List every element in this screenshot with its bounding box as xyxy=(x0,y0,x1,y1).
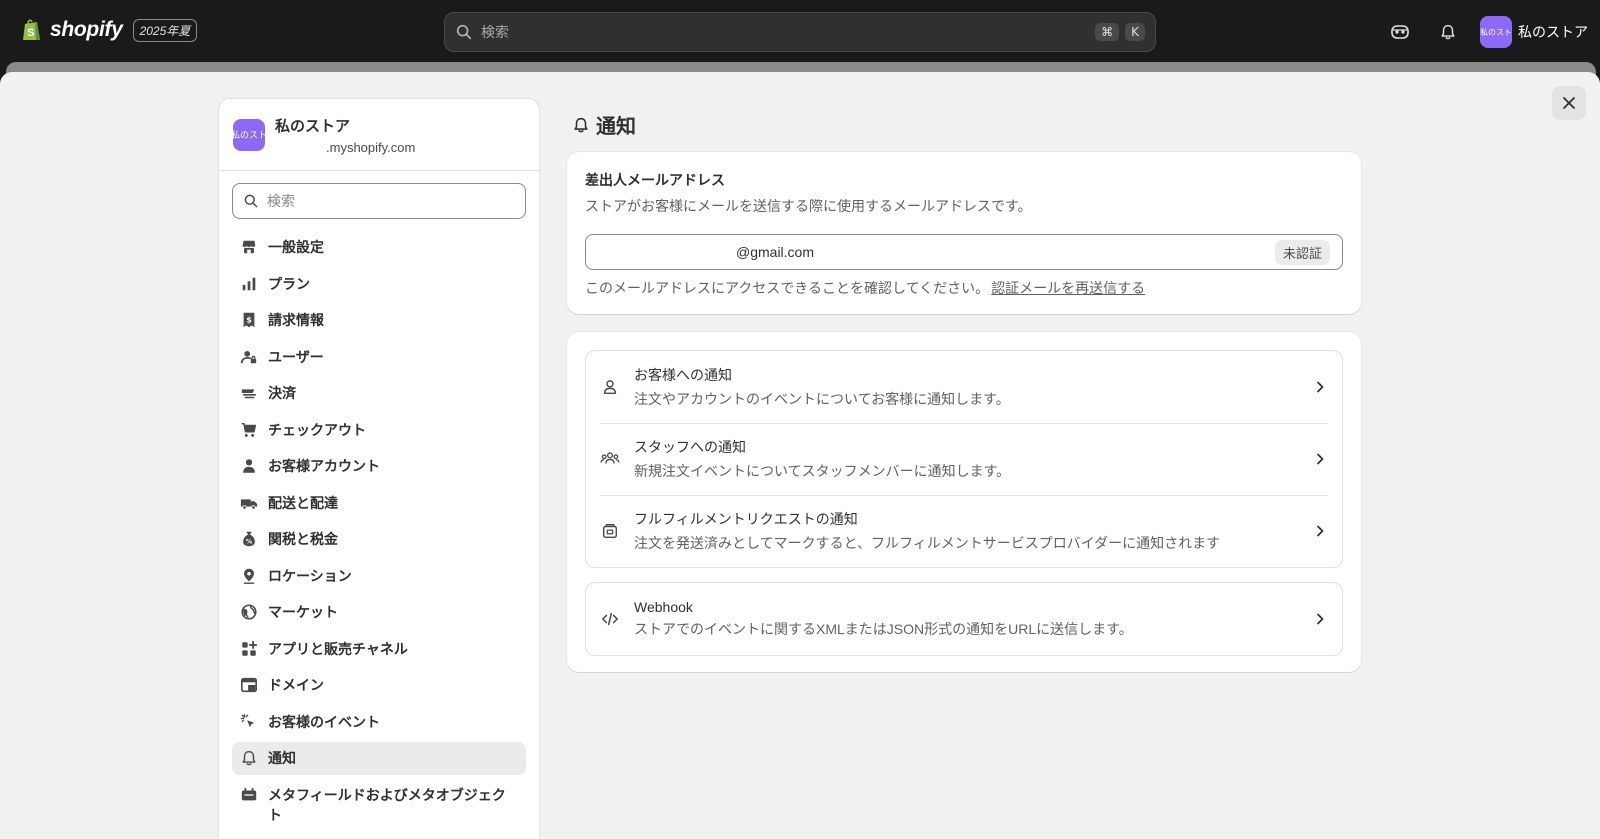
unverified-badge: 未認証 xyxy=(1274,239,1330,265)
metafield-icon xyxy=(240,786,258,804)
row-description: ストアでのイベントに関するXMLまたはJSON形式の通知をURLに送信します。 xyxy=(634,621,1133,637)
sidebar-item-general[interactable]: 一般設定 xyxy=(232,231,526,264)
verify-note: このメールアドレスにアクセスできることを確認してください。 認証メールを再送信する xyxy=(585,278,1343,298)
svg-text:S: S xyxy=(27,27,34,39)
row-label: Webhook xyxy=(634,599,693,615)
store-domain: .myshopify.com xyxy=(326,139,416,155)
customer-notifications-row[interactable]: お客様への通知注文やアカウントのイベントについてお客様に通知します。 xyxy=(586,351,1342,423)
search-icon xyxy=(456,24,472,40)
sidebar-item-plan[interactable]: プラン xyxy=(232,268,526,301)
cart-icon xyxy=(240,421,258,439)
brand[interactable]: S shopify 2025年夏 xyxy=(22,18,198,42)
sender-email-subtitle: ストアがお客様にメールを送信する際に使用するメールアドレスです。 xyxy=(585,198,1032,214)
store-avatar: 私のスト xyxy=(233,118,265,151)
chevron-right-icon xyxy=(1317,381,1324,393)
settings-search[interactable] xyxy=(232,183,526,219)
cursor-icon xyxy=(240,713,258,731)
resend-verification-link[interactable]: 認証メールを再送信する xyxy=(991,280,1145,296)
bell-icon xyxy=(240,749,258,767)
sidebar-item-locations[interactable]: ロケーション xyxy=(232,560,526,593)
payments-icon xyxy=(240,384,258,402)
sidebar-item-languages[interactable]: 言語 xyxy=(232,835,526,839)
close-settings-button[interactable] xyxy=(1552,86,1586,120)
row-description: 注文やアカウントのイベントについてお客様に通知します。 xyxy=(634,391,1010,407)
code-icon xyxy=(600,609,620,629)
webhook-group: Webhook ストアでのイベントに関するXMLまたはJSON形式の通知をURLに… xyxy=(585,582,1343,656)
sidebar-item-shipping[interactable]: 配送と配達 xyxy=(232,487,526,520)
location-icon xyxy=(240,567,258,585)
sidebar-item-metafields[interactable]: メタフィールドおよびメタオブジェクト xyxy=(232,779,526,832)
sidebar-item-customer-accounts[interactable]: お客様アカウント xyxy=(232,450,526,483)
store-menu-name: 私のストア xyxy=(1518,24,1588,40)
shopify-logo-icon: S xyxy=(23,19,40,40)
settings-nav: 一般設定 プラン $ 請求情報 ユーザー 決済 チェックアウト お客様アカウント … xyxy=(219,231,539,839)
sender-email-value[interactable]: @gmail.com xyxy=(736,244,1275,260)
store-title: 私のストア xyxy=(275,117,351,135)
shortcut-key: K xyxy=(1125,23,1145,41)
global-search-input[interactable] xyxy=(481,24,1090,40)
staff-icon xyxy=(600,449,620,469)
page-title-text: 通知 xyxy=(596,116,636,138)
plan-icon xyxy=(240,275,258,293)
page-title: 通知 xyxy=(572,110,636,139)
chevron-right-icon xyxy=(1317,525,1324,537)
globe-icon xyxy=(240,603,258,621)
chevron-right-icon xyxy=(1317,453,1324,465)
sender-email-title: 差出人メールアドレス xyxy=(585,172,725,188)
tax-icon: % xyxy=(240,530,258,548)
person-icon xyxy=(240,457,258,475)
notifications-bell-icon[interactable] xyxy=(1436,20,1460,44)
search-icon xyxy=(244,194,258,208)
svg-text:$: $ xyxy=(246,315,252,325)
sidebar-item-users[interactable]: ユーザー xyxy=(232,341,526,374)
webhook-row[interactable]: Webhook ストアでのイベントに関するXMLまたはJSON形式の通知をURLに… xyxy=(586,583,1342,655)
person-outline-icon xyxy=(600,377,620,397)
sidebar-item-taxes[interactable]: % 関税と税金 xyxy=(232,523,526,556)
fulfillment-notifications-row[interactable]: フルフィルメントリクエストの通知注文を発送済みとしてマークすると、フルフィルメン… xyxy=(586,495,1342,567)
sender-email-field[interactable]: @gmail.com 未認証 xyxy=(585,234,1343,270)
staff-notifications-row[interactable]: スタッフへの通知新規注文イベントについてスタッフメンバーに通知します。 xyxy=(586,423,1342,495)
row-description: 注文を発送済みとしてマークすると、フルフィルメントサービスプロバイダーに通知され… xyxy=(634,535,1221,551)
settings-search-input[interactable] xyxy=(267,193,515,209)
domain-icon xyxy=(240,676,258,694)
svg-text:%: % xyxy=(246,539,253,546)
top-bar: S shopify 2025年夏 ⌘ K 私のスト 私のストア xyxy=(0,0,1600,64)
shortcut-cmd: ⌘ xyxy=(1095,23,1120,41)
close-icon xyxy=(1563,97,1575,109)
row-label: お客様への通知 xyxy=(634,367,732,383)
global-search[interactable]: ⌘ K xyxy=(444,12,1156,52)
sidebar-item-apps[interactable]: アプリと販売チャネル xyxy=(232,633,526,666)
truck-icon xyxy=(240,494,258,512)
sidebar-item-customer-events[interactable]: お客様のイベント xyxy=(232,706,526,739)
row-label: フルフィルメントリクエストの通知 xyxy=(634,511,858,527)
edition-badge[interactable]: 2025年夏 xyxy=(132,18,198,42)
users-icon xyxy=(240,348,258,366)
row-label: スタッフへの通知 xyxy=(634,439,746,455)
verify-note-text: このメールアドレスにアクセスできることを確認してください。 xyxy=(585,280,990,296)
notification-list: お客様への通知注文やアカウントのイベントについてお客様に通知します。 スタッフへ… xyxy=(585,350,1343,568)
sidebar-item-domains[interactable]: ドメイン xyxy=(232,669,526,702)
chevron-right-icon xyxy=(1317,613,1324,625)
brand-name: shopify xyxy=(50,18,123,41)
sidebar-item-markets[interactable]: マーケット xyxy=(232,596,526,629)
billing-icon: $ xyxy=(240,311,258,329)
settings-sidebar: 私のスト 私のストア .myshopify.com 一般設定 プラン $請求情報… xyxy=(218,98,540,839)
row-description: 新規注文イベントについてスタッフメンバーに通知します。 xyxy=(634,463,1011,479)
sidebar-item-notifications[interactable]: 通知 xyxy=(232,742,526,775)
store-header[interactable]: 私のスト 私のストア .myshopify.com xyxy=(219,99,539,171)
sidebar-item-billing[interactable]: $ 請求情報 xyxy=(232,304,526,337)
sidekick-icon[interactable] xyxy=(1388,20,1412,44)
bell-icon xyxy=(574,117,588,132)
sender-email-card: 差出人メールアドレス ストアがお客様にメールを送信する際に使用するメールアドレス… xyxy=(567,152,1361,314)
store-menu-button[interactable]: 私のスト 私のストア xyxy=(1480,16,1588,48)
store-icon xyxy=(240,238,258,256)
sidebar-item-checkout[interactable]: チェックアウト xyxy=(232,414,526,447)
sidebar-item-payments[interactable]: 決済 xyxy=(232,377,526,410)
apps-icon xyxy=(240,640,258,658)
store-avatar: 私のスト xyxy=(1480,16,1512,48)
notification-types-card: お客様への通知注文やアカウントのイベントについてお客様に通知します。 スタッフへ… xyxy=(567,332,1361,672)
fulfillment-icon xyxy=(600,521,620,541)
